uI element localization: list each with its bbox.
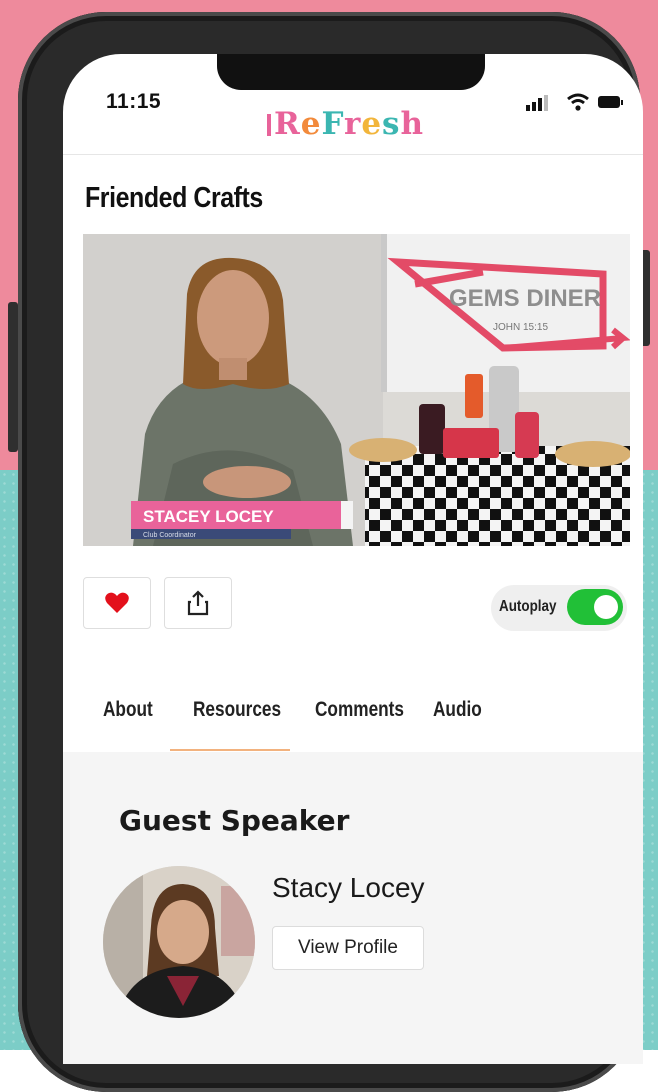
autoplay-control: Autoplay <box>491 585 627 631</box>
logo-letter: h <box>400 106 425 142</box>
view-profile-button[interactable]: View Profile <box>272 926 424 970</box>
logo-accent <box>267 114 271 136</box>
video-title: Friended Crafts <box>85 182 263 214</box>
toggle-knob <box>594 595 618 619</box>
logo-letter: F <box>321 106 344 142</box>
status-time: 11:15 <box>106 90 162 113</box>
logo-letter: R <box>274 106 301 142</box>
app-logo: ReFresh <box>267 106 424 142</box>
guest-speaker-heading: Guest Speaker <box>119 804 350 837</box>
video-player[interactable]: GEMS DINER JOHN 15:15 STACEY LOCEY Club … <box>83 234 630 546</box>
tab-resources[interactable]: Resources <box>193 698 281 722</box>
speaker-name: Stacy Locey <box>272 872 425 903</box>
burger-right <box>555 441 630 467</box>
mustard-bottle <box>465 374 483 418</box>
sign-verse: JOHN 15:15 <box>493 322 548 333</box>
phone-notch <box>217 54 485 90</box>
wifi-icon <box>567 93 589 111</box>
video-thumbnail: GEMS DINER JOHN 15:15 STACEY LOCEY Club … <box>83 234 630 546</box>
phone-frame: 11:15 ReFresh Friended Crafts GEMS DINER… <box>18 12 643 1092</box>
header-divider <box>63 154 643 155</box>
logo-text: ReFresh <box>274 106 424 142</box>
soda-glass-right <box>515 412 539 458</box>
phone-silent-switch <box>8 302 18 452</box>
lower-third-role: Club Coordinator <box>143 532 197 539</box>
sign-title: GEMS DINER <box>449 285 601 312</box>
tab-comments[interactable]: Comments <box>315 698 404 722</box>
share-button[interactable] <box>164 577 232 629</box>
tab-about[interactable]: About <box>103 698 153 722</box>
app-screen: 11:15 ReFresh Friended Crafts GEMS DINER… <box>63 54 643 1064</box>
logo-letter: e <box>361 106 383 142</box>
speaker-photo <box>103 866 255 1018</box>
signal-icon <box>526 95 548 111</box>
autoplay-toggle[interactable] <box>567 589 623 625</box>
toy-truck <box>443 428 499 458</box>
share-icon <box>187 590 209 616</box>
like-button[interactable] <box>83 577 151 629</box>
logo-letter: r <box>343 106 362 142</box>
active-tab-indicator <box>170 749 290 751</box>
burger-left <box>349 438 417 462</box>
soda-glass-left <box>419 404 445 454</box>
tab-audio[interactable]: Audio <box>433 698 482 722</box>
heart-icon <box>105 592 129 613</box>
status-icons <box>526 93 623 111</box>
autoplay-label: Autoplay <box>499 598 557 615</box>
lower-third-name: STACEY LOCEY <box>143 507 274 526</box>
speaker-avatar[interactable] <box>103 866 255 1018</box>
logo-letter: e <box>300 106 322 142</box>
logo-letter: s <box>382 106 401 142</box>
battery-icon <box>598 96 623 108</box>
